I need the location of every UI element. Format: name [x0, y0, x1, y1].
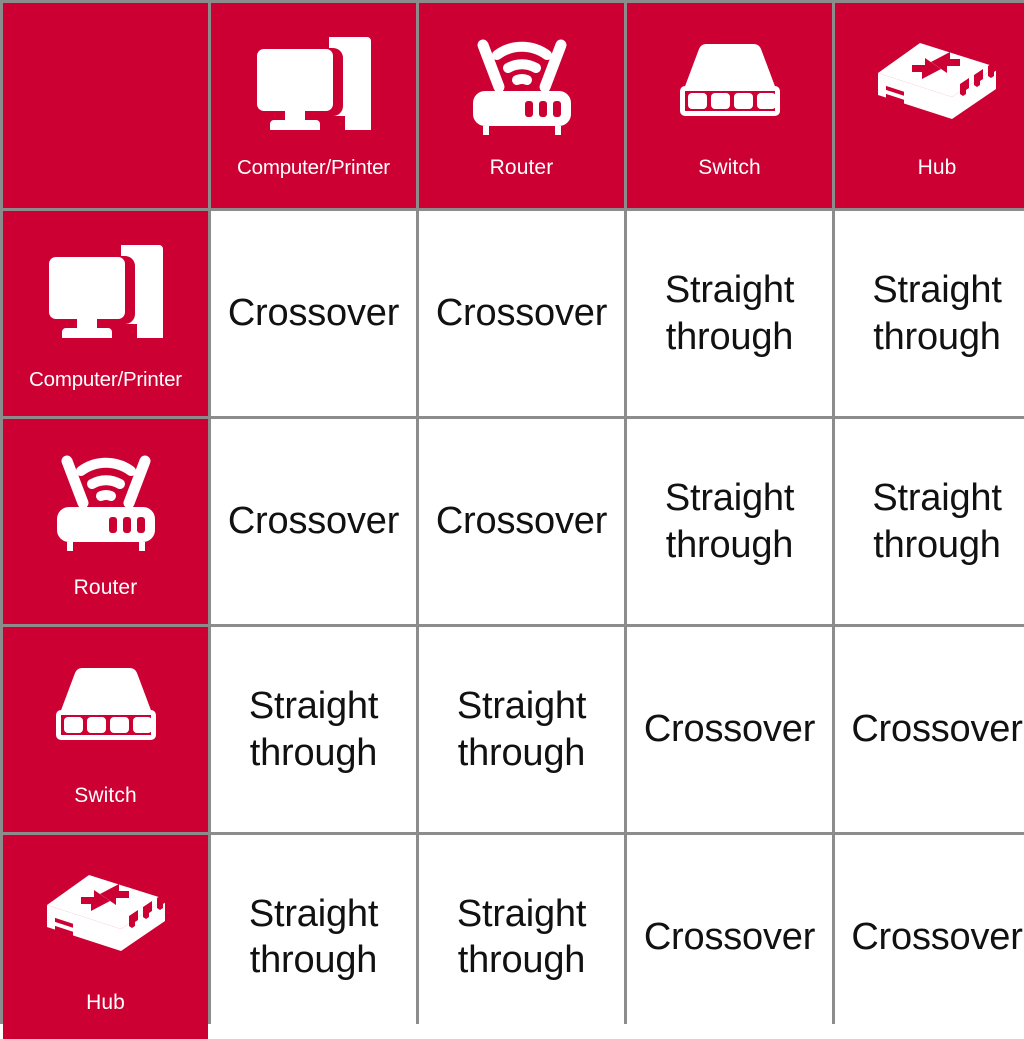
table-cell: Crossover — [211, 419, 416, 624]
cable-type-value: Crossover — [851, 915, 1023, 958]
table-cell: Straight through — [419, 627, 624, 832]
row-header-hub: Hub — [3, 835, 208, 1039]
cable-type-value: Crossover — [227, 500, 400, 543]
row-header-label: Switch — [74, 784, 137, 807]
table-cell: Crossover — [835, 627, 1024, 832]
hub-icon — [3, 845, 208, 992]
table-cell: Crossover — [627, 627, 832, 832]
table-cell: Straight through — [835, 211, 1024, 416]
column-header-hub: Hub — [835, 3, 1024, 208]
table-cell: Straight through — [211, 835, 416, 1039]
table-cell: Straight through — [627, 211, 832, 416]
cable-type-value: Straight through — [248, 892, 379, 981]
cable-type-value: Straight through — [664, 269, 795, 358]
cable-type-value: Crossover — [643, 708, 816, 751]
cable-type-value: Straight through — [872, 269, 1002, 358]
cable-type-value: Crossover — [435, 500, 608, 543]
matrix-corner-cell — [3, 3, 208, 208]
switch-icon — [3, 637, 208, 785]
cable-type-value: Straight through — [664, 477, 795, 566]
column-header-label: Switch — [698, 156, 761, 179]
cable-type-value: Crossover — [851, 708, 1023, 751]
table-cell: Straight through — [211, 627, 416, 832]
computer-printer-icon — [211, 17, 416, 158]
router-icon — [419, 17, 624, 157]
column-header-label: Computer/Printer — [237, 155, 390, 179]
table-cell: Crossover — [419, 211, 624, 416]
column-header-label: Router — [489, 156, 554, 179]
table-cell: Crossover — [835, 835, 1024, 1039]
cable-type-value: Crossover — [435, 292, 608, 335]
table-cell: Straight through — [419, 835, 624, 1039]
cable-type-matrix: Computer/Printer Router Switch Hub Compu… — [0, 0, 1024, 1039]
table-cell: Crossover — [211, 211, 416, 416]
table-cell: Straight through — [835, 419, 1024, 624]
switch-icon — [627, 17, 832, 157]
hub-icon — [835, 17, 1024, 157]
table-cell: Crossover — [419, 419, 624, 624]
column-header-label: Hub — [917, 156, 957, 179]
cable-type-value: Straight through — [872, 477, 1002, 566]
row-header-label: Computer/Printer — [29, 367, 182, 391]
row-header-switch: Switch — [3, 627, 208, 832]
router-icon — [3, 429, 208, 577]
cable-type-value: Straight through — [456, 685, 587, 774]
cable-type-value: Crossover — [227, 292, 400, 335]
cable-type-value: Straight through — [248, 685, 379, 774]
column-header-switch: Switch — [627, 3, 832, 208]
table-cell: Crossover — [627, 835, 832, 1039]
computer-printer-icon — [3, 221, 208, 370]
cable-type-value: Straight through — [456, 892, 587, 981]
row-header-router: Router — [3, 419, 208, 624]
row-header-label: Router — [73, 576, 138, 599]
column-header-computer-printer: Computer/Printer — [211, 3, 416, 208]
cable-type-value: Crossover — [643, 915, 816, 958]
row-header-computer-printer: Computer/Printer — [3, 211, 208, 416]
table-cell: Straight through — [627, 419, 832, 624]
column-header-router: Router — [419, 3, 624, 208]
row-header-label: Hub — [86, 991, 125, 1014]
